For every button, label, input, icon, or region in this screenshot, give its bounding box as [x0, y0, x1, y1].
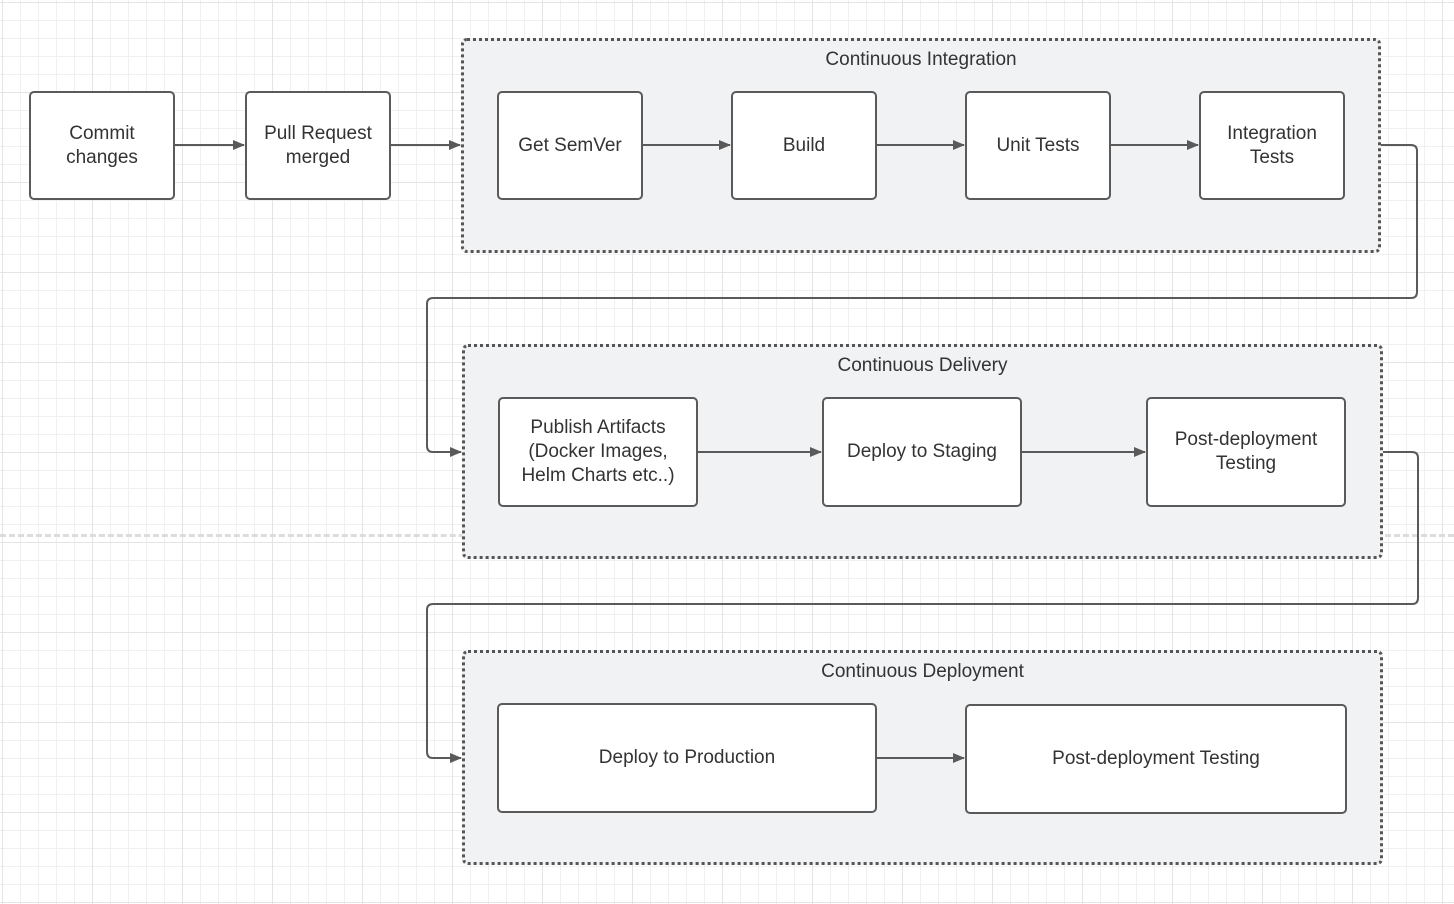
- pull-request-merged-node[interactable]: Pull Request merged: [245, 91, 391, 200]
- get-semver-node[interactable]: Get SemVer: [497, 91, 643, 200]
- build-node[interactable]: Build: [731, 91, 877, 200]
- cdep-title: Continuous Deployment: [821, 661, 1024, 682]
- integration-tests-node[interactable]: Integration Tests: [1199, 91, 1345, 200]
- publish-artifacts-node[interactable]: Publish Artifacts (Docker Images, Helm C…: [498, 397, 698, 507]
- unit-tests-node[interactable]: Unit Tests: [965, 91, 1111, 200]
- deploy-to-staging-node[interactable]: Deploy to Staging: [822, 397, 1022, 507]
- post-deployment-testing-production-node[interactable]: Post-deployment Testing: [965, 704, 1347, 814]
- deploy-to-production-node[interactable]: Deploy to Production: [497, 703, 877, 813]
- ci-title: Continuous Integration: [825, 49, 1017, 70]
- cd-title: Continuous Delivery: [837, 355, 1008, 376]
- post-deployment-testing-staging-node[interactable]: Post-deployment Testing: [1146, 397, 1346, 507]
- commit-changes-node[interactable]: Commit changes: [29, 91, 175, 200]
